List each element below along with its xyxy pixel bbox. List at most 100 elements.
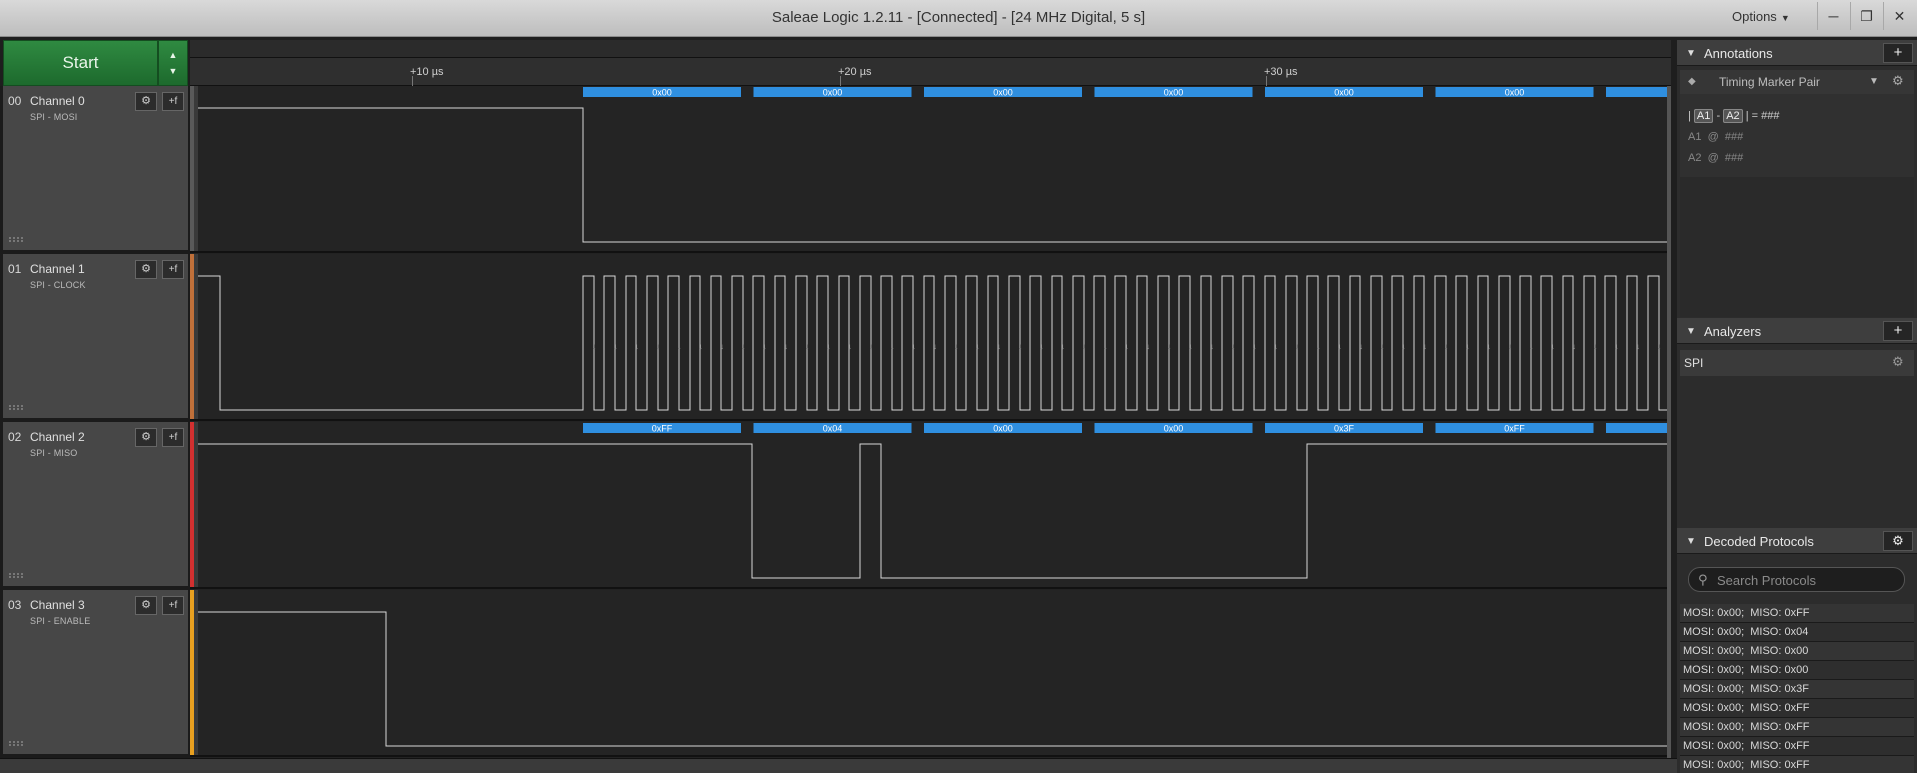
start-button[interactable]: Start [3,40,158,86]
channel-name[interactable]: Channel 3 [30,598,85,612]
channel-row-0[interactable]: 00 Channel 0 SPI - MOSI ⚙ +f [3,86,188,252]
waveform-canvas[interactable]: ↓ ↓ ↓ ↓ ↓ ↓ ↓ ↓ ↓ ↓ ↓ ↓ ↓ ↓ ↓ ↓ ↓ ↓ ↓ ↓ ↓ ↓ ↓ ↓ ↓ ↓ ↓ ↓ ↓ ↓ ↓ ↓ ↓ ↓ ↓ ↓ ↓ ↓ ↓ ↓… [190,86,1671,758]
channel-name[interactable]: Channel 2 [30,430,85,444]
channel-color-bar [190,422,194,588]
add-annotation-button[interactable]: + [1883,43,1913,63]
search-input[interactable] [1717,571,1897,589]
marker-a2-badge[interactable]: A2 [1723,109,1743,123]
channel-color-bar [190,590,194,756]
channel-number: 00 [8,94,22,108]
sample-arrow: ↓ [1231,342,1235,351]
marker-title: Timing Marker Pair [1719,75,1820,89]
protocols-settings-button[interactable]: ⚙ [1883,531,1913,551]
sample-arrow: ↓ [1146,342,1150,351]
decoded-protocols-list[interactable]: MOSI: 0x00; MISO: 0xFF MOSI: 0x00; MISO: … [1680,604,1914,773]
gear-icon[interactable]: ⚙ [1892,354,1904,370]
drag-handle-icon[interactable] [9,573,23,578]
ruler-tick-label: +10 µs [410,66,444,78]
channel-list: 00 Channel 0 SPI - MOSI ⚙ +f 01 Channel … [0,86,190,758]
protocol-list-item[interactable]: MOSI: 0x00; MISO: 0xFF [1680,699,1914,718]
decoded-protocols-header[interactable]: ▼ Decoded Protocols ⚙ [1677,528,1917,554]
channel-number: 02 [8,430,22,444]
sample-arrow: ↓ [763,342,767,351]
ruler-tick-label: +30 µs [1264,66,1298,78]
time-ruler[interactable]: +10 µs +20 µs +30 µs [190,58,1671,86]
decode-value: 0x3F [1334,424,1355,434]
analyzers-title: Analyzers [1704,324,1762,339]
protocol-list-item[interactable]: MOSI: 0x00; MISO: 0x00 [1680,661,1914,680]
channel-name[interactable]: Channel 0 [30,94,85,108]
protocol-list-item[interactable]: MOSI: 0x00; MISO: 0x00 [1680,642,1914,661]
channel-row-1[interactable]: 01 Channel 1 SPI - CLOCK ⚙ +f [3,254,188,420]
analyzer-item-spi[interactable]: SPI ⚙ [1680,350,1914,376]
channel-name[interactable]: Channel 1 [30,262,85,276]
sample-arrow: ↓ [1593,342,1597,351]
channel-trigger-button[interactable]: +f [162,428,184,447]
channel-row-2[interactable]: 02 Channel 2 SPI - MISO ⚙ +f [3,422,188,588]
sample-arrow: ↓ [1487,342,1491,351]
chevron-down-icon[interactable]: ▼ [1869,76,1879,87]
channel-row-3[interactable]: 03 Channel 3 SPI - ENABLE ⚙ +f [3,590,188,756]
channel-settings-button[interactable]: ⚙ [135,596,157,615]
channel-analyzer-label: SPI - CLOCK [30,280,86,290]
minimize-button[interactable]: ─ [1817,2,1849,30]
close-button[interactable]: ✕ [1883,2,1915,30]
protocol-list-item[interactable]: MOSI: 0x00; MISO: 0xFF [1680,718,1914,737]
channel-settings-button[interactable]: ⚙ [135,92,157,111]
channel-trigger-button[interactable]: +f [162,260,184,279]
start-options-stepper[interactable]: ▲ ▼ [158,40,188,86]
sample-arrow: ↓ [1572,342,1576,351]
sample-arrow: ↓ [635,342,639,351]
sample-arrow: ↓ [677,342,681,351]
channel-analyzer-label: SPI - MOSI [30,112,78,122]
decode-value: 0x00 [823,88,843,98]
arrow-up-icon[interactable]: ▲ [169,50,178,60]
channel-trigger-button[interactable]: +f [162,92,184,111]
decode-value: 0x00 [1505,88,1525,98]
drag-handle-icon[interactable] [9,405,23,410]
gear-icon[interactable]: ⚙ [1892,73,1904,89]
channel-trigger-button[interactable]: +f [162,596,184,615]
protocol-list-item[interactable]: MOSI: 0x00; MISO: 0xFF [1680,756,1914,773]
drag-handle-icon[interactable] [9,237,23,242]
equals-sign: = [1751,110,1759,122]
restore-button[interactable]: ❐ [1850,2,1882,30]
annotations-header[interactable]: ▼ Annotations + [1677,40,1917,66]
collapse-triangle-icon[interactable]: ▼ [1686,536,1696,547]
arrow-down-icon[interactable]: ▼ [169,66,178,76]
sample-arrow: ↓ [1423,342,1427,351]
timeline-overview[interactable] [190,40,1671,58]
sample-arrow: ↓ [1103,342,1107,351]
add-analyzer-button[interactable]: + [1883,321,1913,341]
sample-arrow: ↓ [1657,342,1661,351]
options-label[interactable]: Options [1732,9,1777,24]
a2-label: A2 [1688,152,1702,164]
search-protocols-field[interactable]: ⚲ [1688,567,1905,592]
protocol-list-item[interactable]: MOSI: 0x00; MISO: 0xFF [1680,737,1914,756]
protocol-list-item[interactable]: MOSI: 0x00; MISO: 0x04 [1680,623,1914,642]
sample-arrow: ↓ [1018,342,1022,351]
lane-edge [194,590,198,756]
collapse-triangle-icon[interactable]: ▼ [1686,326,1696,337]
sample-arrow: ↓ [1615,342,1619,351]
protocol-list-item[interactable]: MOSI: 0x00; MISO: 0xFF [1680,604,1914,623]
analyzer-name: SPI [1684,356,1704,370]
channel-settings-button[interactable]: ⚙ [135,260,157,279]
sample-arrow: ↓ [1636,342,1640,351]
channel-settings-button[interactable]: ⚙ [135,428,157,447]
marker-a1-badge[interactable]: A1 [1693,109,1714,123]
sample-arrow: ↓ [1444,342,1448,351]
sample-arrow: ↓ [741,342,745,351]
collapse-triangle-icon[interactable]: ▼ [1686,48,1696,59]
sample-arrow: ↓ [1252,342,1256,351]
timing-marker-pair[interactable]: ◆ Timing Marker Pair ▼ ⚙ [1680,70,1914,94]
lane-edge [194,254,198,420]
protocol-list-item[interactable]: MOSI: 0x00; MISO: 0x3F [1680,680,1914,699]
search-icon: ⚲ [1698,572,1708,587]
drag-handle-icon[interactable] [9,741,23,746]
analyzers-header[interactable]: ▼ Analyzers + [1677,318,1917,344]
sample-arrow: ↓ [1359,342,1363,351]
waveform-area[interactable]: +10 µs +20 µs +30 µs ↓ ↓ ↓ ↓ ↓ ↓ ↓ ↓ ↓ ↓ ↓ ↓ ↓ ↓ ↓ ↓ ↓ ↓ ↓… [190,40,1671,758]
sample-arrow: ↓ [1338,342,1342,351]
options-menu[interactable]: Options ▼ [1732,9,1790,24]
